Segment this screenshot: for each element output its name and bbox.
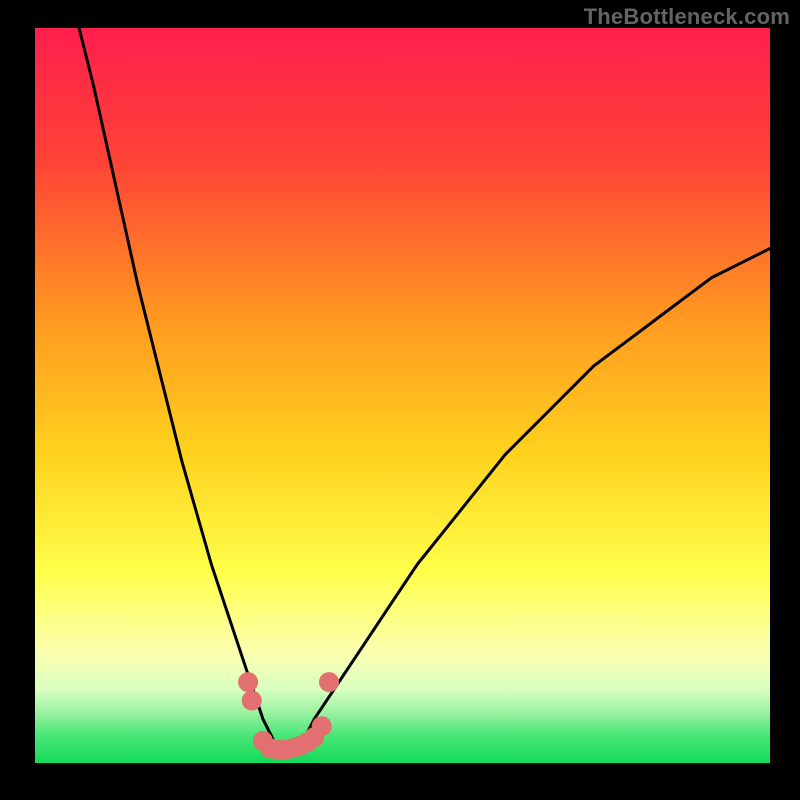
frame-right — [770, 0, 800, 800]
highlight-marker — [242, 691, 262, 711]
chart-stage: TheBottleneck.com — [0, 0, 800, 800]
highlight-marker — [312, 716, 332, 736]
highlight-marker — [238, 672, 258, 692]
frame-left — [0, 0, 35, 800]
highlight-marker — [319, 672, 339, 692]
frame-bottom — [0, 763, 800, 800]
plot-background — [35, 28, 770, 763]
watermark-text: TheBottleneck.com — [584, 4, 790, 30]
chart-svg — [0, 0, 800, 800]
